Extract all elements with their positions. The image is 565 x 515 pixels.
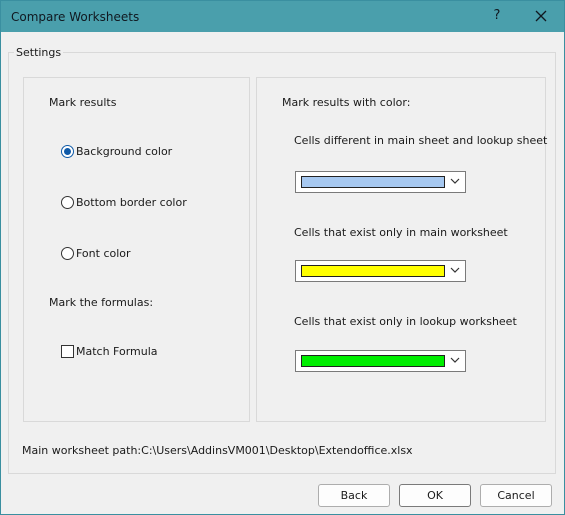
window-title: Compare Worksheets: [11, 10, 140, 24]
lookup-only-color-dropdown[interactable]: [295, 350, 466, 372]
lookup-only-label: Cells that exist only in lookup workshee…: [294, 315, 517, 328]
mark-formulas-heading: Mark the formulas:: [49, 296, 154, 309]
color-swatch: [301, 265, 445, 277]
settings-group-label: Settings: [14, 46, 64, 59]
chevron-down-icon: [450, 267, 460, 273]
close-icon: [535, 10, 547, 22]
main-only-color-dropdown[interactable]: [295, 260, 466, 282]
diff-cells-label: Cells different in main sheet and lookup…: [294, 134, 548, 147]
color-heading: Mark results with color:: [282, 96, 411, 109]
chevron-down-icon: [450, 357, 460, 363]
match-formula-checkbox[interactable]: [61, 345, 74, 358]
mark-results-heading: Mark results: [49, 96, 117, 109]
radio-label[interactable]: Font color: [76, 247, 131, 260]
worksheet-path-text: Main worksheet path:C:\Users\AddinsVM001…: [22, 444, 413, 457]
title-bar: Compare Worksheets ?: [1, 1, 564, 32]
color-swatch: [301, 355, 445, 367]
match-formula-label[interactable]: Match Formula: [76, 345, 158, 358]
diff-cells-color-dropdown[interactable]: [295, 171, 466, 193]
help-button[interactable]: ?: [483, 4, 511, 28]
color-swatch: [301, 176, 445, 188]
radio-button[interactable]: [61, 196, 74, 209]
back-button[interactable]: Back: [318, 484, 390, 507]
radio-button[interactable]: [61, 145, 74, 158]
ok-button[interactable]: OK: [399, 484, 471, 507]
radio-label[interactable]: Background color: [76, 145, 172, 158]
cancel-button[interactable]: Cancel: [480, 484, 552, 507]
radio-label[interactable]: Bottom border color: [76, 196, 187, 209]
mark-results-panel: [23, 77, 250, 422]
chevron-down-icon: [450, 178, 460, 184]
main-only-label: Cells that exist only in main worksheet: [294, 226, 508, 239]
radio-button[interactable]: [61, 247, 74, 260]
close-button[interactable]: [527, 4, 555, 28]
